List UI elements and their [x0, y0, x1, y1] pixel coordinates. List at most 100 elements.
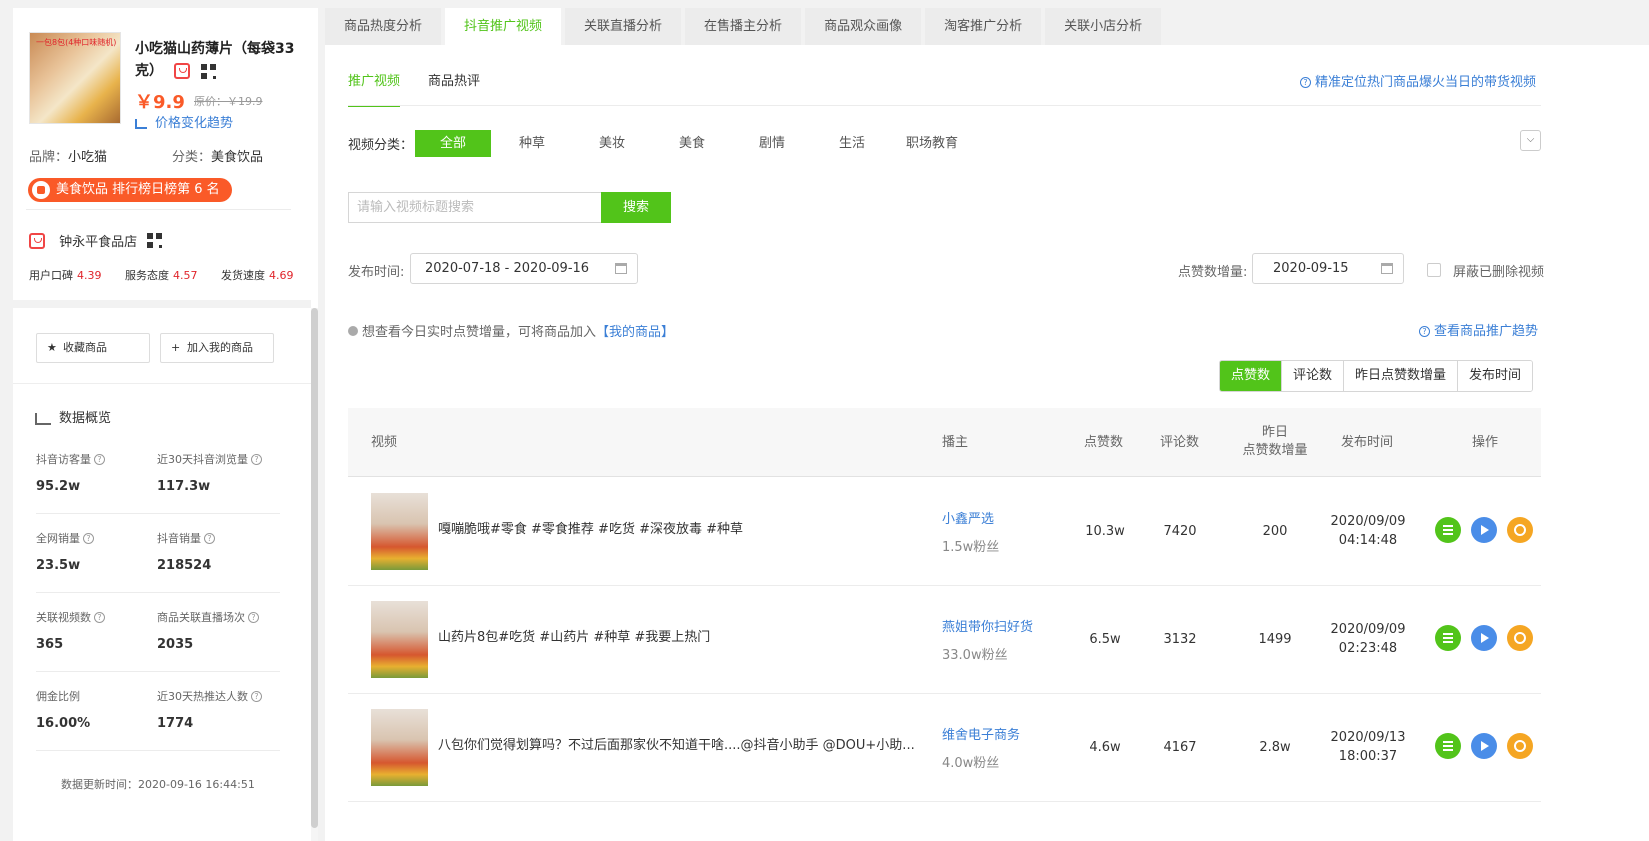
add-my-product-button[interactable]: + 加入我的商品: [160, 333, 274, 363]
play-icon[interactable]: [1471, 625, 1497, 651]
plus-icon: +: [171, 341, 181, 354]
anchor-name[interactable]: 燕姐带你扫好货: [942, 616, 1033, 635]
likes-date-picker[interactable]: 2020-09-15: [1252, 253, 1404, 284]
anchor-fans: 4.0w粉丝: [942, 756, 1000, 771]
locate-icon[interactable]: [1507, 517, 1533, 543]
price-trend-link[interactable]: 价格变化趋势: [135, 112, 233, 131]
table-row[interactable]: 山药片8包#吃货 #山药片 #种草 #我要上热门 燕姐带你扫好货 33.0w粉丝…: [348, 586, 1541, 694]
product-title: 小吃猫山药薄片（每袋33克）: [135, 38, 310, 82]
stat-value: 2035: [157, 637, 194, 652]
tab-taoke-analysis[interactable]: 淘客推广分析: [925, 8, 1042, 45]
scrollbar-thumb[interactable]: [311, 308, 318, 828]
tab-audience-profile[interactable]: 商品观众画像: [805, 8, 922, 45]
store-qr-icon[interactable]: [147, 233, 163, 248]
video-thumbnail[interactable]: [371, 709, 428, 786]
video-search-input[interactable]: 请输入视频标题搜索: [348, 192, 601, 223]
help-icon[interactable]: ?: [94, 454, 105, 465]
sort-yesterday-likes-button[interactable]: 昨日点赞数增量: [1344, 361, 1459, 391]
add-my-product-label: 加入我的商品: [187, 341, 253, 354]
stat-value: 23.5w: [36, 558, 81, 573]
stat-label-text: 关联视频数: [36, 611, 91, 624]
star-icon: ★: [47, 341, 57, 354]
tab-live-analysis[interactable]: 关联直播分析: [565, 8, 682, 45]
publish-time-value: 2020/09/13 18:00:37: [1328, 728, 1408, 766]
help-icon[interactable]: ?: [94, 612, 105, 623]
header-yesterday-line1: 昨日: [1261, 425, 1288, 440]
increment-value: 200: [1262, 524, 1288, 539]
likes-date-text: 2020-09-15: [1273, 261, 1349, 276]
anchor-name[interactable]: 小鑫严选: [942, 508, 994, 527]
likes-value: 4.6w: [1089, 740, 1121, 755]
publish-date: 2020/09/09: [1330, 622, 1406, 637]
shop-bag-icon[interactable]: [173, 63, 190, 79]
publish-date: 2020/09/13: [1330, 730, 1406, 745]
subtab-promo-videos[interactable]: 推广视频: [348, 70, 401, 107]
video-thumbnail[interactable]: [371, 493, 428, 570]
help-icon[interactable]: ?: [248, 612, 259, 623]
category-drama[interactable]: 剧情: [759, 130, 785, 157]
category-life[interactable]: 生活: [839, 130, 865, 157]
overview-title: 数据概览: [35, 407, 111, 426]
original-price: 原价：￥19.9: [194, 95, 263, 108]
brand-row: 品牌：小吃猫: [29, 146, 107, 165]
play-icon[interactable]: [1471, 517, 1497, 543]
detail-icon[interactable]: [1435, 517, 1461, 543]
video-title[interactable]: 山药片8包#吃货 #山药片 #种草 #我要上热门: [438, 626, 928, 645]
detail-icon[interactable]: [1435, 625, 1461, 651]
product-thumbnail[interactable]: 一包8包(4种口味随机): [29, 32, 121, 124]
help-icon[interactable]: ?: [251, 454, 262, 465]
table-row[interactable]: 嘎嘣脆哦#零食 #零食推荐 #吃货 #深夜放毒 #种草 小鑫严选 1.5w粉丝 …: [348, 478, 1541, 586]
category-all[interactable]: 全部: [415, 130, 491, 157]
store-name[interactable]: 钟永平食品店: [59, 235, 137, 250]
video-title[interactable]: 八包你们觉得划算吗？不过后面那家伙不知道干啥....@抖音小助手 @DOU+小助…: [438, 734, 928, 753]
category-food[interactable]: 美食: [679, 130, 705, 157]
anchor-name[interactable]: 维舍电子商务: [942, 724, 1020, 743]
store-row: 钟永平食品店: [29, 231, 163, 250]
publish-date-text: 2020-07-18 - 2020-09-16: [425, 261, 590, 276]
table-row[interactable]: 八包你们觉得划算吗？不过后面那家伙不知道干啥....@抖音小助手 @DOU+小助…: [348, 694, 1541, 802]
category-career[interactable]: 职场教育: [906, 130, 958, 157]
anchor-fans: 1.5w粉丝: [942, 540, 1000, 555]
help-icon[interactable]: ?: [251, 691, 262, 702]
hide-deleted-checkbox[interactable]: [1427, 263, 1441, 277]
play-icon[interactable]: [1471, 733, 1497, 759]
search-button[interactable]: 搜索: [601, 192, 671, 223]
favorite-label: 收藏商品: [63, 341, 107, 354]
help-icon[interactable]: ?: [83, 533, 94, 544]
video-thumbnail[interactable]: [371, 601, 428, 678]
promo-trend-link[interactable]: ? 查看商品推广趋势: [1419, 320, 1538, 339]
tab-douyin-videos[interactable]: 抖音推广视频: [445, 8, 562, 45]
info-icon: [348, 326, 358, 336]
help-icon[interactable]: ?: [204, 533, 215, 544]
scrollbar[interactable]: [311, 308, 318, 841]
favorite-button[interactable]: ★ 收藏商品: [36, 333, 150, 363]
tab-heat-analysis[interactable]: 商品热度分析: [325, 8, 442, 45]
stat-label: 佣金比例: [36, 688, 80, 704]
category-makeup[interactable]: 美妆: [599, 130, 625, 157]
likes-value: 6.5w: [1089, 632, 1121, 647]
stat-value: 16.00%: [36, 716, 91, 731]
locate-icon[interactable]: [1507, 733, 1533, 759]
expand-categories-button[interactable]: ⌵: [1520, 130, 1541, 151]
tab-shop-analysis[interactable]: 关联小店分析: [1045, 8, 1162, 45]
score-label: 用户口碑: [29, 269, 73, 282]
divider: [26, 209, 291, 210]
sort-comments-button[interactable]: 评论数: [1282, 361, 1345, 391]
my-products-link[interactable]: 【我的商品】: [596, 325, 674, 340]
video-title[interactable]: 嘎嘣脆哦#零食 #零食推荐 #吃货 #深夜放毒 #种草: [438, 518, 928, 537]
sort-likes-button[interactable]: 点赞数: [1220, 361, 1283, 391]
subtab-hot-reviews[interactable]: 商品热评: [428, 70, 480, 107]
category-value: 美食饮品: [211, 150, 264, 165]
tab-seller-analysis[interactable]: 在售播主分析: [685, 8, 802, 45]
publish-date-range[interactable]: 2020-07-18 - 2020-09-16: [410, 253, 638, 284]
detail-icon[interactable]: [1435, 733, 1461, 759]
category-grass[interactable]: 种草: [519, 130, 545, 157]
help-hot-videos-link[interactable]: ? 精准定位热门商品爆火当日的带货视频: [1300, 71, 1536, 90]
rank-badge[interactable]: 美食饮品 排行榜日榜第 6 名: [28, 178, 232, 202]
chart-icon: [135, 118, 147, 129]
locate-icon[interactable]: [1507, 625, 1533, 651]
table-header: 视频 播主 点赞数 评论数 昨日 点赞数增量 发布时间 操作: [348, 408, 1541, 477]
qr-code-icon[interactable]: [200, 63, 216, 79]
thumbnail-tag: 一包8包(4种口味随机): [36, 38, 117, 47]
sort-publish-time-button[interactable]: 发布时间: [1458, 361, 1533, 391]
